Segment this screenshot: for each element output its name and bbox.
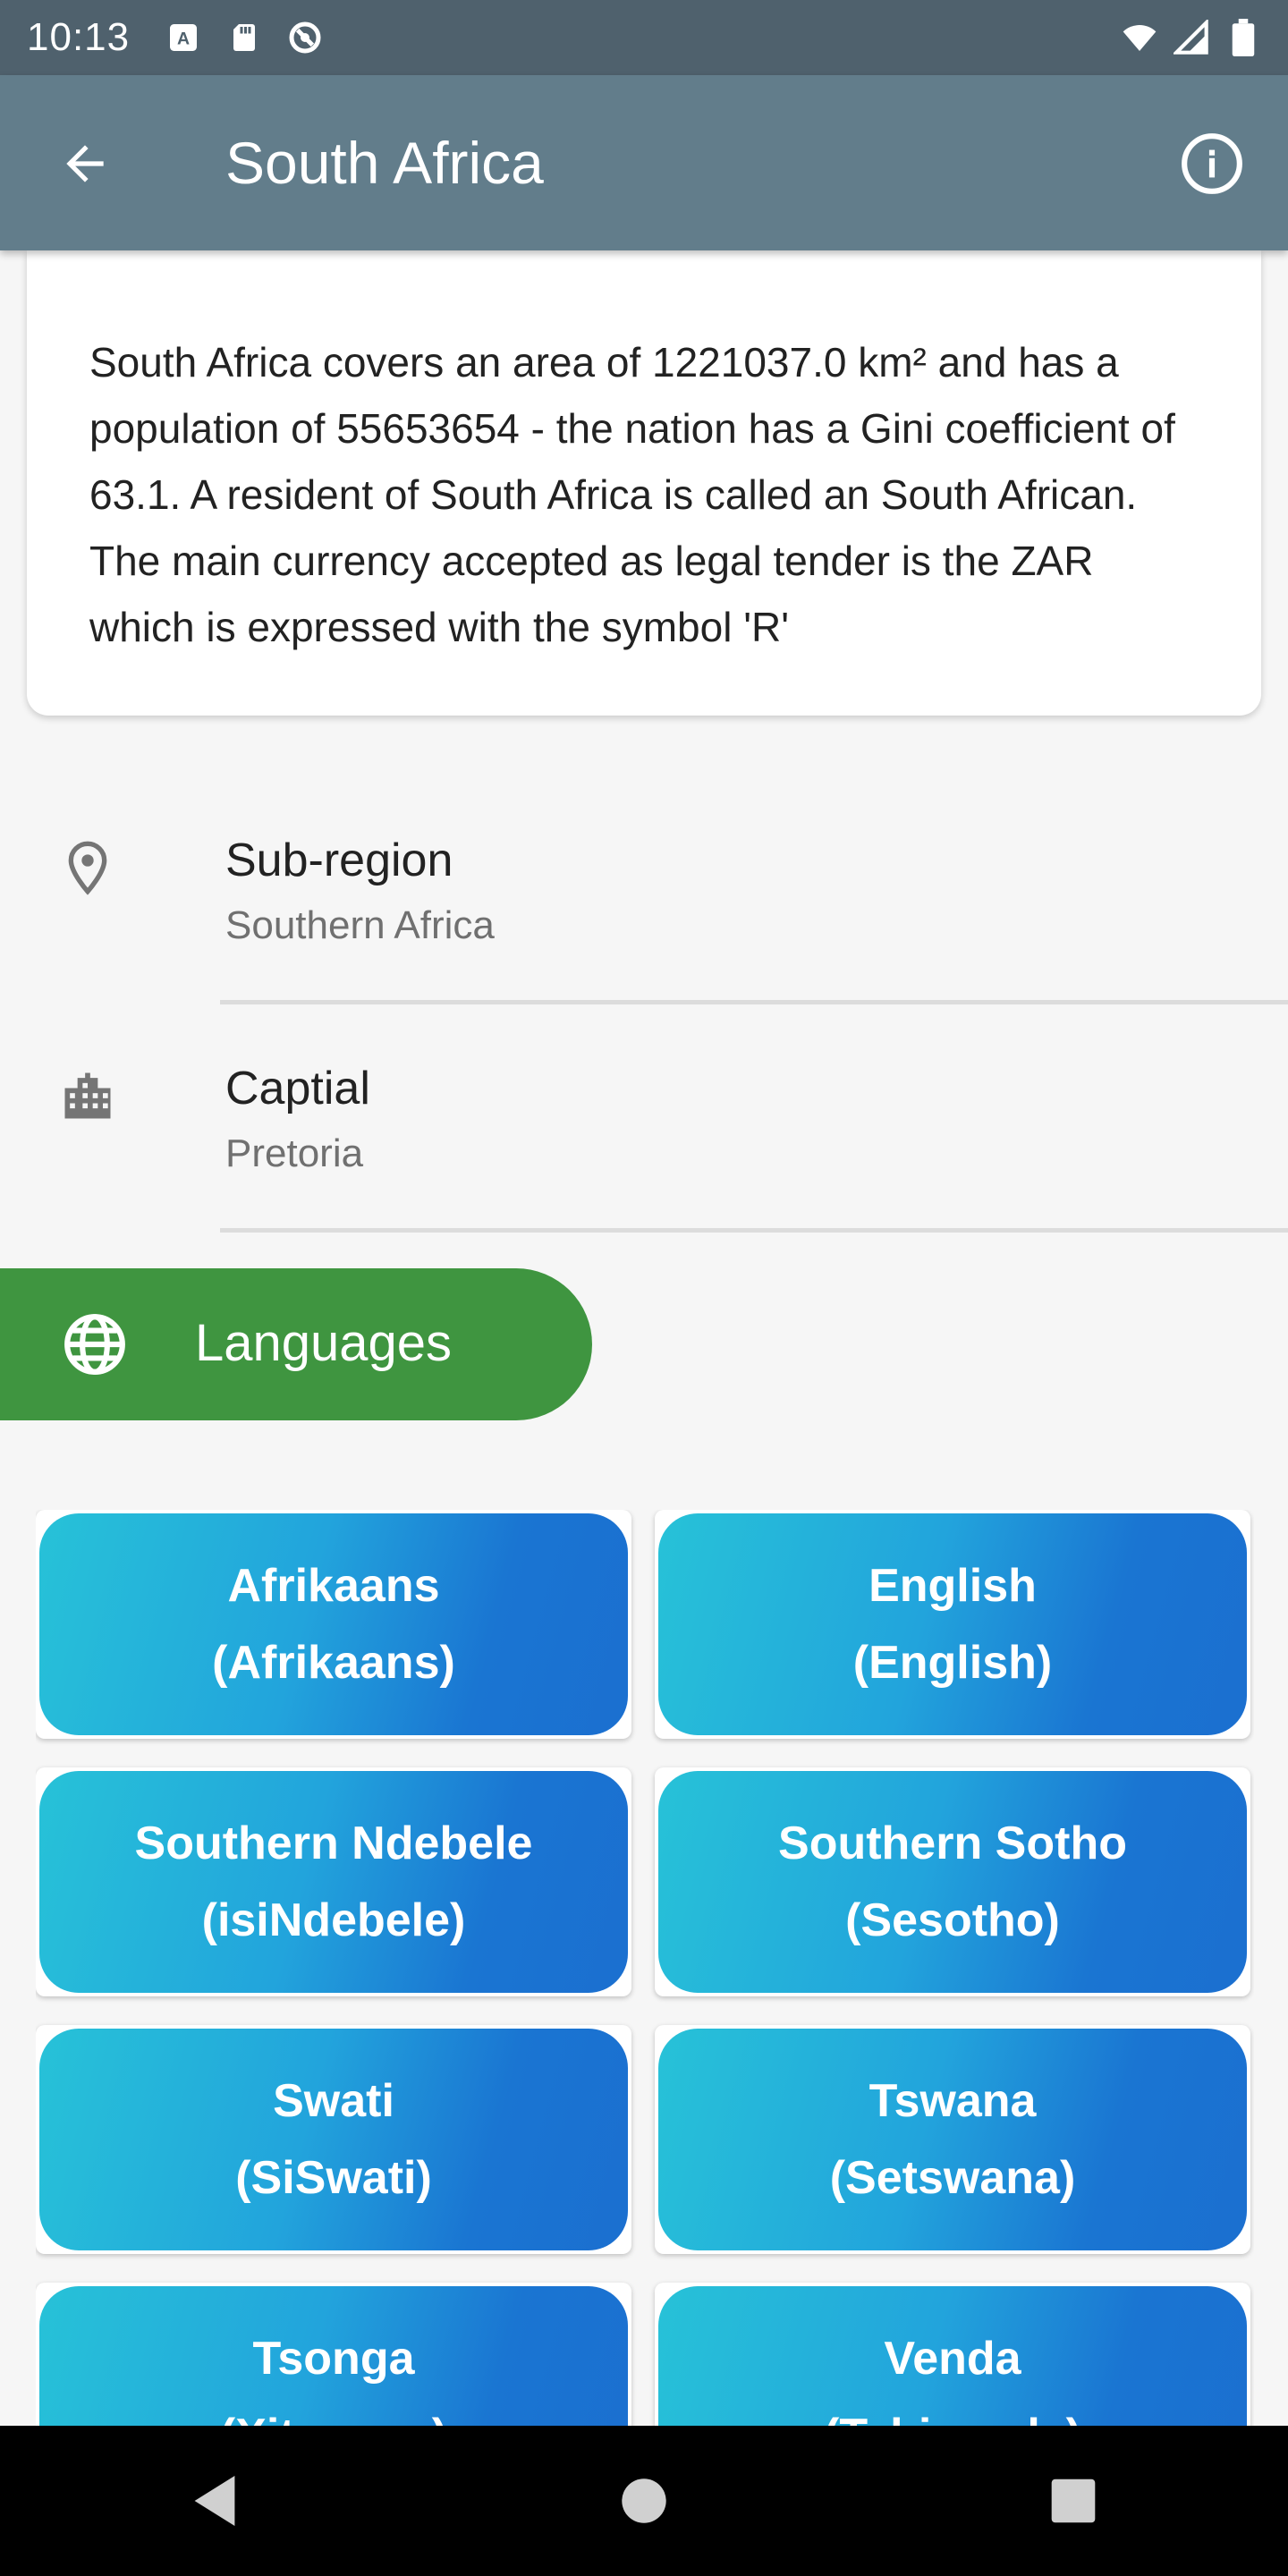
- languages-header[interactable]: Languages: [0, 1268, 592, 1420]
- nav-back-button[interactable]: [170, 2456, 259, 2546]
- back-button[interactable]: [54, 132, 116, 195]
- status-bar: 10:13 A: [0, 0, 1288, 75]
- globe-icon: [59, 1309, 131, 1380]
- language-name: Swati: [273, 2075, 394, 2127]
- info-button[interactable]: [1177, 129, 1247, 199]
- language-native-name: (Setswana): [829, 2152, 1076, 2204]
- language-name: Southern Sotho: [778, 1818, 1127, 1869]
- language-native-name: (SiSwati): [235, 2152, 432, 2204]
- language-button[interactable]: Venda (Tshivenda): [658, 2286, 1247, 2426]
- language-card-southern-ndebele[interactable]: Southern Ndebele (isiNdebele): [36, 1767, 631, 1996]
- subregion-title: Sub-region: [225, 835, 453, 886]
- description-card: South Africa covers an area of 1221037.0…: [27, 250, 1261, 716]
- recents-square-icon: [1051, 2479, 1096, 2523]
- capital-row: Captial Pretoria: [0, 1015, 1288, 1242]
- status-icons-right: [1122, 19, 1261, 56]
- wifi-icon: [1122, 20, 1157, 55]
- language-button[interactable]: Tswana (Setswana): [658, 2029, 1247, 2250]
- languages-grid: Afrikaans (Afrikaans) English (English) …: [36, 1510, 1254, 2426]
- system-nav-bar: [0, 2426, 1288, 2576]
- language-name: Afrikaans: [227, 1560, 440, 1612]
- language-button[interactable]: English (English): [658, 1513, 1247, 1735]
- capital-value: Pretoria: [225, 1131, 364, 1175]
- info-icon: [1182, 133, 1242, 194]
- languages-label: Languages: [195, 1314, 453, 1372]
- language-card-english[interactable]: English (English): [655, 1510, 1250, 1739]
- description-text: South Africa covers an area of 1221037.0…: [89, 339, 1175, 650]
- status-icons-left: A: [165, 20, 323, 55]
- divider: [220, 1000, 1288, 1004]
- language-native-name: (isiNdebele): [201, 1894, 466, 1946]
- language-native-name: (Afrikaans): [212, 1637, 455, 1689]
- a-square-icon: A: [165, 20, 201, 55]
- arrow-back-icon: [66, 145, 104, 182]
- language-button[interactable]: Swati (SiSwati): [39, 2029, 628, 2250]
- language-native-name: (English): [852, 1637, 1053, 1689]
- language-name: English: [869, 1560, 1037, 1612]
- language-name: Southern Ndebele: [134, 1818, 533, 1869]
- capital-title: Captial: [225, 1063, 370, 1114]
- app-bar: South Africa: [0, 75, 1288, 250]
- language-button[interactable]: Southern Ndebele (isiNdebele): [39, 1771, 628, 1993]
- screen: 10:13 A South Africa South Africa covers…: [0, 0, 1288, 2576]
- divider: [220, 1228, 1288, 1233]
- status-time: 10:13: [27, 15, 131, 59]
- location-pin-icon: [52, 832, 123, 903]
- home-circle-icon: [622, 2479, 666, 2523]
- svg-text:A: A: [177, 30, 190, 49]
- subregion-row: Sub-region Southern Africa: [0, 787, 1288, 1014]
- language-native-name: (Sesotho): [845, 1894, 1060, 1946]
- language-button[interactable]: Southern Sotho (Sesotho): [658, 1771, 1247, 1993]
- sd-card-icon: [226, 20, 262, 55]
- language-button[interactable]: Tsonga (Xitsonga): [39, 2286, 628, 2426]
- language-name: Tsonga: [252, 2333, 415, 2385]
- nav-recents-button[interactable]: [1029, 2456, 1118, 2546]
- language-card-tsonga[interactable]: Tsonga (Xitsonga): [36, 2283, 631, 2426]
- language-button[interactable]: Afrikaans (Afrikaans): [39, 1513, 628, 1735]
- building-icon: [52, 1060, 123, 1131]
- language-name: Tswana: [869, 2075, 1037, 2127]
- language-card-swati[interactable]: Swati (SiSwati): [36, 2025, 631, 2254]
- nav-home-button[interactable]: [599, 2456, 689, 2546]
- subregion-value: Southern Africa: [225, 903, 495, 947]
- page-title: South Africa: [225, 130, 544, 196]
- back-triangle-icon: [194, 2476, 235, 2526]
- language-card-venda[interactable]: Venda (Tshivenda): [655, 2283, 1250, 2426]
- language-name: Venda: [884, 2333, 1021, 2385]
- signal-icon: [1174, 20, 1209, 55]
- language-card-tswana[interactable]: Tswana (Setswana): [655, 2025, 1250, 2254]
- language-card-afrikaans[interactable]: Afrikaans (Afrikaans): [36, 1510, 631, 1739]
- do-not-disturb-icon: [287, 20, 323, 55]
- language-native-name: (Tshivenda): [824, 2397, 1081, 2426]
- language-card-southern-sotho[interactable]: Southern Sotho (Sesotho): [655, 1767, 1250, 1996]
- language-native-name: (Xitsonga): [220, 2397, 447, 2426]
- battery-icon: [1225, 19, 1261, 56]
